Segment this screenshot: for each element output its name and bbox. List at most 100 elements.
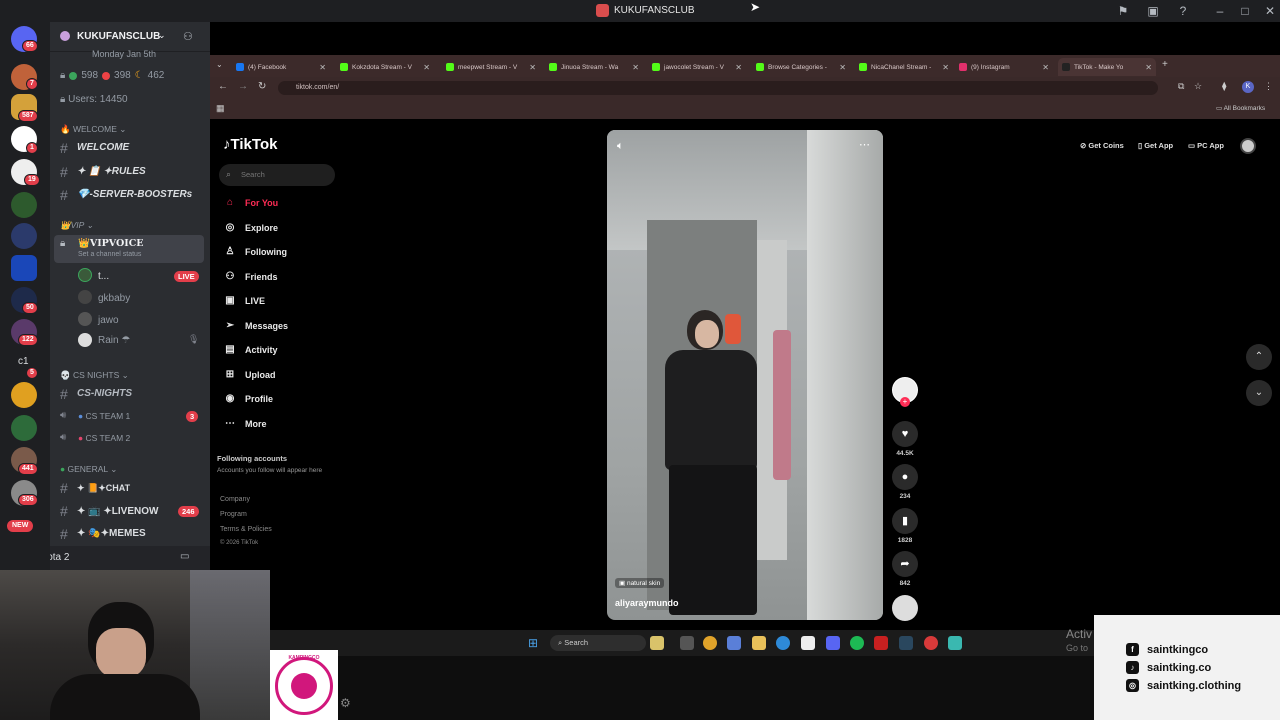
browser-tab[interactable]: Kokzdota Stream - V ✕ [336,58,434,76]
footer-terms[interactable]: Terms & Policies [220,526,272,533]
channel-welcome[interactable]: WELCOME [77,142,129,153]
apps-icon[interactable]: ▦ [216,103,225,114]
all-bookmarks[interactable]: ▭ All Bookmarks [1216,104,1265,112]
pc-app-button[interactable]: ▭ PC App [1188,141,1224,150]
author-avatar[interactable]: + [890,377,920,407]
video-player[interactable]: 🔈︎ ⋯ ▣ natural skin aliyaraymundo [607,130,883,620]
search-input[interactable]: ⌕ Search [219,164,335,186]
app-icon[interactable] [924,636,938,650]
dota-icon[interactable] [874,636,888,650]
channel-cs-nights[interactable]: CS-NIGHTS [77,388,132,399]
channel-cs-team-1[interactable]: ● CS TEAM 1 [78,411,130,421]
maximize-button[interactable]: □ [1237,3,1253,19]
category-welcome[interactable]: 🔥 WELCOME ⌄ [60,124,126,135]
nav-upload[interactable]: ⊞ Upload [224,366,276,384]
tab-search-icon[interactable]: ⌄ [216,60,223,69]
tab-close-icon[interactable]: ✕ [839,63,846,72]
channel-vipvoice[interactable]: 🔒︎ 👑VIPVOICE Set a channel status [54,235,204,263]
video-tag[interactable]: ▣ natural skin [615,578,665,588]
tiktok-logo[interactable]: ♪TikTok [223,136,277,153]
channel-livenow[interactable]: ✦ 📺 ✦LIVENOW [77,506,158,517]
mute-icon[interactable]: 🔈︎ [617,140,624,153]
voice-user[interactable]: gkbaby [98,293,130,304]
taskbar-search[interactable]: ⌕ Search [550,635,646,651]
category-general[interactable]: ● GENERAL ⌄ [60,464,117,475]
voice-user[interactable]: t... [98,271,109,282]
footer-program[interactable]: Program [220,511,247,518]
minimize-button[interactable]: – [1212,3,1228,19]
follow-plus-icon[interactable]: + [900,397,910,407]
back-icon[interactable]: ← [218,81,228,92]
browser-tab[interactable]: (4) Facebook ✕ [232,58,330,76]
get-coins-button[interactable]: ⊘ Get Coins [1080,141,1124,150]
url-field[interactable]: tiktok.com/en/ [278,81,1158,95]
share-button[interactable]: ➦ 842 [890,551,920,587]
help-icon[interactable]: ? [1175,3,1191,19]
tab-close-icon[interactable]: ✕ [423,63,430,72]
copilot-icon[interactable] [727,636,741,650]
nav-live[interactable]: ▣ LIVE [224,292,265,310]
server-icon[interactable] [11,223,37,249]
star-icon[interactable]: ☆ [1194,81,1202,92]
nav-friends[interactable]: ⚇ Friends [224,268,278,286]
like-button[interactable]: ♥ 44.5K [890,421,920,457]
task-view-icon[interactable] [680,636,694,650]
browser-tab[interactable]: Jinuoa Stream - Wa ✕ [545,58,643,76]
more-options-icon[interactable]: ⋯ [859,138,870,151]
nav-more[interactable]: ⋯ More [224,415,267,433]
voice-user[interactable]: Rain ☂ [98,335,130,346]
voice-user[interactable]: jawo [98,315,119,326]
prev-video-button[interactable]: ⌃ [1246,344,1272,370]
discord-icon[interactable] [826,636,840,650]
explorer-icon[interactable] [752,636,766,650]
install-icon[interactable]: ⧉ [1178,81,1184,92]
category-cs-nights[interactable]: 💀 CS NIGHTS ⌄ [60,370,129,381]
menu-icon[interactable]: ⋮ [1264,81,1273,92]
tab-close-icon[interactable]: ✕ [1145,63,1152,72]
reload-icon[interactable]: ↻ [258,81,266,92]
server-header[interactable]: KUKUFANSCLUB ⌄ ⚇ [50,22,210,52]
steam-icon[interactable] [899,636,913,650]
inbox-icon[interactable]: ▣ [1145,3,1161,19]
close-button[interactable]: ✕ [1262,3,1278,19]
channel-memes[interactable]: ✦ 🎭✦MEMES [77,528,146,539]
tab-close-icon[interactable]: ✕ [942,63,949,72]
nav-following[interactable]: ♙ Following [224,243,287,261]
new-tab-button[interactable]: + [1162,59,1168,70]
video-author[interactable]: aliyaraymundo [615,598,679,608]
music-disc[interactable] [890,595,920,621]
browser-tab[interactable]: NicaChanel Stream - ✕ [855,58,953,76]
next-video-button[interactable]: ⌄ [1246,380,1272,406]
store-icon[interactable] [801,636,815,650]
tab-close-icon[interactable]: ✕ [632,63,639,72]
nav-profile[interactable]: ◉ Profile [224,390,273,408]
tab-close-icon[interactable]: ✕ [529,63,536,72]
server-icon[interactable] [11,415,37,441]
save-button[interactable]: ▮ 1828 [890,508,920,544]
browser-tab[interactable]: meepwet Stream - V ✕ [442,58,540,76]
app-icon[interactable] [948,636,962,650]
channel-rules[interactable]: ✦ 📋 ✦RULES [77,166,146,177]
windows-start-icon[interactable]: ⊞ [528,636,538,650]
edge-icon[interactable] [776,636,790,650]
server-icon[interactable] [11,255,37,281]
channel-cs-team-2[interactable]: ● CS TEAM 2 [78,433,130,443]
profile-avatar[interactable]: K [1242,81,1254,93]
widget-icon[interactable] [650,636,664,650]
text-server[interactable]: c1 [18,356,29,367]
browser-tab[interactable]: jawocolet Stream - V ✕ [648,58,746,76]
nav-activity[interactable]: ▤ Activity [224,341,277,359]
server-icon[interactable] [11,192,37,218]
stream-icon[interactable]: ▭ [180,551,189,562]
user-avatar[interactable] [1240,138,1256,154]
nav-messages[interactable]: ➢ Messages [224,317,288,335]
tab-close-icon[interactable]: ✕ [319,63,326,72]
tab-close-icon[interactable]: ✕ [735,63,742,72]
channel-chat[interactable]: ✦ 📙✦CHAT [77,483,130,494]
category-vip[interactable]: 👑VIP ⌄ [60,220,93,231]
add-user-icon[interactable]: ⚇ [183,30,193,43]
tab-close-icon[interactable]: ✕ [1042,63,1049,72]
nav-explore[interactable]: ◎ Explore [224,219,278,237]
footer-company[interactable]: Company [220,496,250,503]
extensions-icon[interactable]: ⧫ [1222,81,1226,92]
